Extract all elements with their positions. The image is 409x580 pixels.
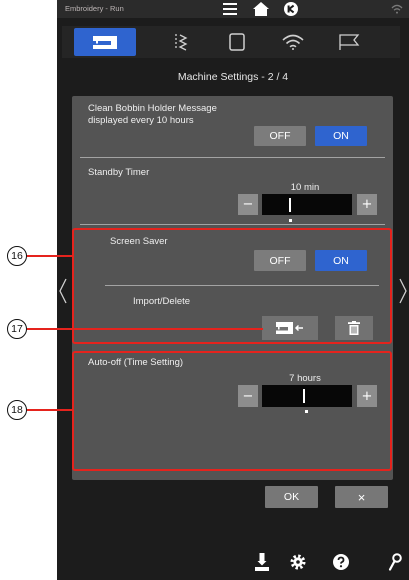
auto-off-label: Auto-off (Time Setting) [88, 357, 184, 368]
delete-screen-saver-button[interactable] [335, 316, 373, 340]
wifi-icon [391, 4, 403, 14]
callout-18: 18 [7, 400, 27, 420]
standby-timer-value: 10 min [290, 182, 320, 193]
callout-number: 16 [11, 250, 23, 262]
auto-off-marker [305, 410, 308, 413]
bobbin-message-label-line1: Clean Bobbin Holder Message [88, 103, 217, 114]
auto-off-slider-handle[interactable] [303, 389, 305, 403]
help-icon[interactable] [333, 554, 349, 570]
manual-page: Embroidery - Run Machine Settings - 2 / … [0, 0, 409, 580]
bobbin-message-label: Clean Bobbin Holder Message displayed ev… [88, 103, 217, 127]
divider [105, 285, 379, 286]
tab-bar [62, 26, 400, 58]
stitch-pattern-icon [175, 34, 188, 51]
standby-timer-increase-button[interactable]: + [357, 194, 377, 215]
gear-icon[interactable] [290, 554, 306, 570]
tab-wireless-settings[interactable] [265, 28, 321, 56]
auto-off-decrease-button[interactable]: − [238, 385, 258, 407]
callout-line-16 [27, 255, 73, 257]
bobbin-message-on-button[interactable]: ON [315, 126, 367, 146]
bobbin-message-off-button[interactable]: OFF [254, 126, 306, 146]
tab-embroidery-settings[interactable] [209, 28, 265, 56]
status-bar: Embroidery - Run [57, 0, 409, 18]
settings-panel: Clean Bobbin Holder Message displayed ev… [72, 96, 393, 480]
standby-timer-decrease-button[interactable]: − [238, 194, 258, 215]
download-icon[interactable] [255, 553, 269, 571]
import-screen-saver-button[interactable] [262, 316, 318, 340]
callout-16: 16 [7, 246, 27, 266]
tab-machine-settings[interactable] [74, 28, 136, 56]
wifi-icon [282, 34, 304, 50]
chevron-right-icon[interactable] [398, 278, 408, 304]
menu-icon[interactable] [223, 3, 237, 15]
ok-button[interactable]: OK [265, 486, 318, 508]
sewing-machine-icon [93, 35, 117, 49]
divider [80, 224, 385, 225]
callout-line-18 [27, 409, 73, 411]
standby-timer-slider[interactable] [262, 194, 352, 215]
highlight-auto-off [72, 351, 392, 471]
standby-timer-marker [289, 219, 292, 222]
divider [80, 157, 385, 158]
machine-screen: Embroidery - Run Machine Settings - 2 / … [57, 0, 409, 580]
circle-k-icon[interactable] [284, 2, 298, 16]
tab-stitch-settings[interactable] [153, 28, 209, 56]
screen-saver-off-button[interactable]: OFF [254, 250, 306, 271]
callout-number: 17 [11, 323, 23, 335]
auto-off-value: 7 hours [289, 373, 321, 384]
embroidery-frame-icon [229, 33, 245, 51]
import-delete-label: Import/Delete [133, 296, 191, 307]
screen-saver-label: Screen Saver [110, 236, 168, 247]
home-icon[interactable] [253, 2, 269, 16]
screen-saver-on-button[interactable]: ON [315, 250, 367, 271]
bobbin-message-label-line2: displayed every 10 hours [88, 115, 194, 126]
trash-icon [348, 321, 360, 335]
tab-general-settings[interactable] [321, 28, 377, 56]
callout-17: 17 [7, 319, 27, 339]
callout-number: 18 [11, 404, 23, 416]
callout-line-17 [27, 328, 263, 330]
standby-timer-label: Standby Timer [88, 167, 150, 178]
page-title: Machine Settings - 2 / 4 [177, 71, 289, 83]
auto-off-slider[interactable] [262, 385, 352, 407]
flag-icon [339, 34, 360, 50]
cancel-button[interactable]: × [335, 486, 388, 508]
import-machine-icon [276, 322, 303, 334]
chevron-left-icon[interactable] [58, 278, 68, 304]
status-title: Embroidery - Run [65, 4, 124, 13]
standby-timer-slider-handle[interactable] [289, 198, 291, 212]
key-icon[interactable] [388, 553, 402, 571]
auto-off-increase-button[interactable]: + [357, 385, 377, 407]
